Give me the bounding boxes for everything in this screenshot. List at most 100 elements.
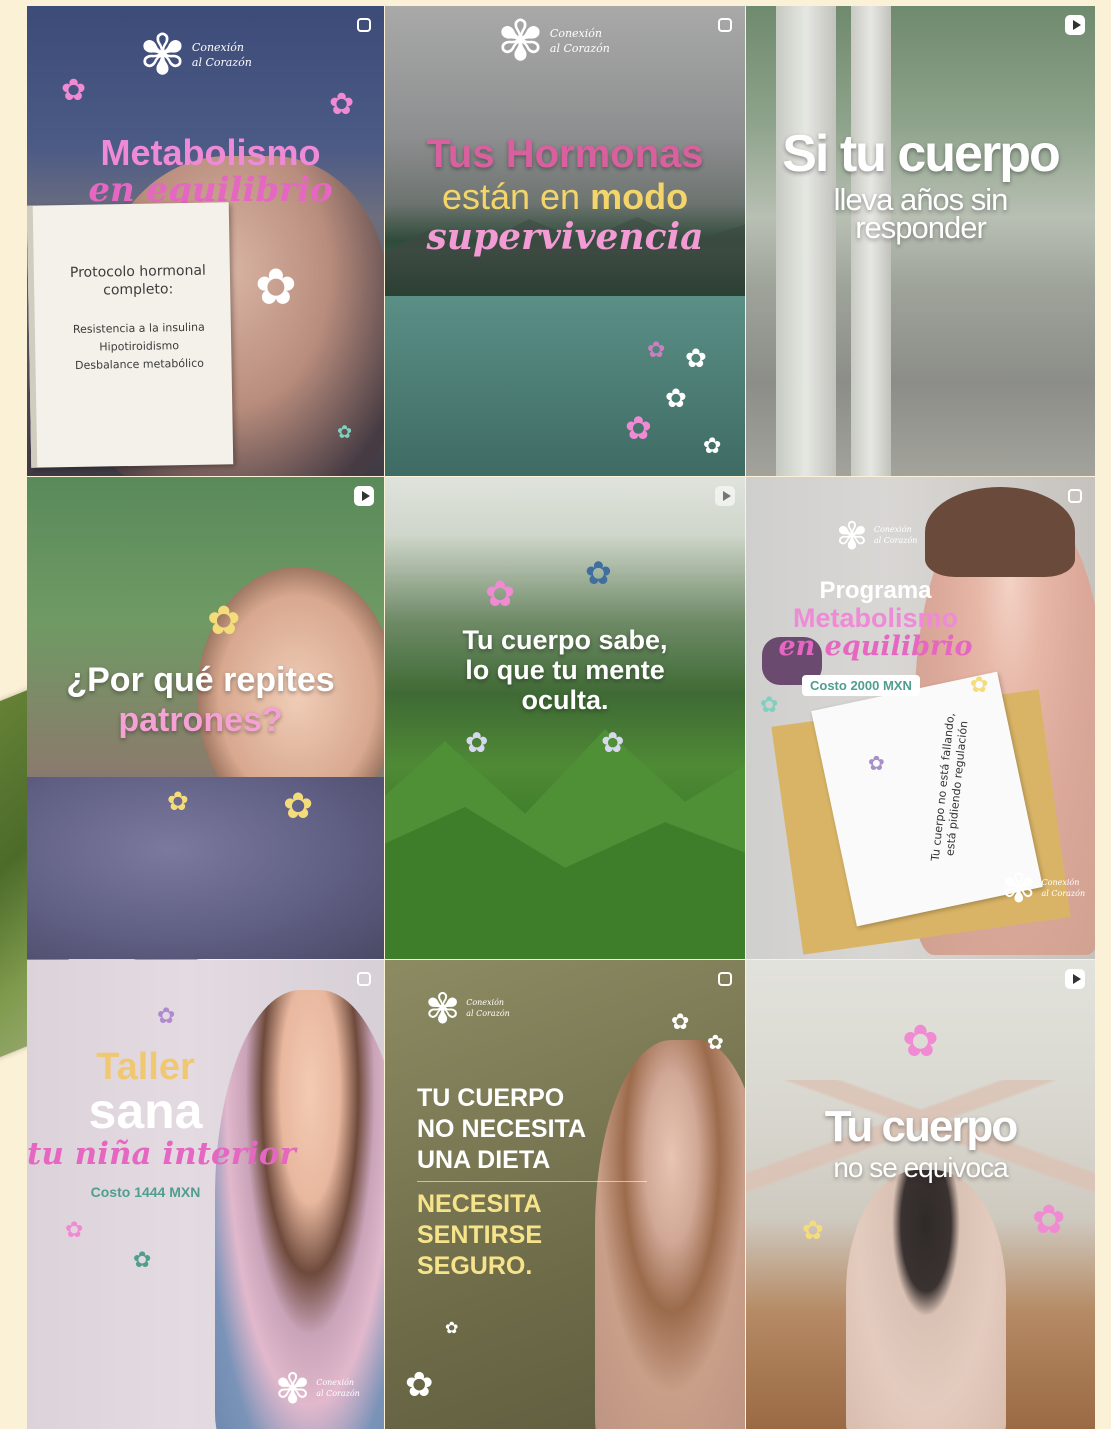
post-title: oculta.	[521, 685, 609, 715]
headline-line: TU CUERPO	[417, 1084, 565, 1112]
headline-line: NO NECESITA	[417, 1115, 586, 1143]
post-programa[interactable]: Tu cuerpo no está fallando, está pidiend…	[746, 477, 1095, 959]
logo-text: Conexión al Corazón	[316, 1378, 360, 1398]
brand-logo: ✾ Conexión al Corazón	[139, 28, 252, 84]
post-subtitle: tu niña interior	[27, 1136, 296, 1172]
logo-flower-icon: ✾	[497, 9, 544, 74]
reel-icon	[354, 486, 374, 506]
divider	[417, 1181, 647, 1182]
flower-icon: ✿	[868, 751, 885, 775]
logo-text: Conexión al Corazón	[549, 27, 610, 55]
flower-icon: ✿	[685, 344, 707, 374]
logo-text: Conexión al Corazón	[873, 525, 918, 545]
post-si-tu-cuerpo[interactable]: Si tu cuerpo lleva años sin responder	[746, 6, 1095, 476]
woman-photo	[595, 1040, 745, 1429]
flower-icon: ✿	[671, 1010, 690, 1035]
flower-icon: ✿	[970, 673, 989, 698]
post-tus-hormonas[interactable]: ✾ Conexión al Corazón Tus Hormonas están…	[385, 6, 745, 476]
logo-text: Conexión al Corazón	[466, 998, 510, 1018]
carousel-icon	[354, 15, 374, 35]
subtitle-emphasis: modo	[590, 176, 689, 217]
flower-icon: ✿	[255, 258, 297, 316]
post-title: Tus Hormonas	[426, 132, 704, 176]
reel-icon	[1065, 15, 1085, 35]
carousel-icon	[354, 969, 374, 989]
headline-line: UNA DIETA	[417, 1146, 551, 1174]
post-title: Tu cuerpo sabe,	[462, 625, 668, 655]
post-tu-cuerpo-no-necesita[interactable]: ✾ Conexión al Corazón ✿ ✿ TU CUERPO NO N…	[385, 960, 745, 1429]
notebook-item: Hipotiroidismo	[99, 339, 180, 354]
post-por-que-repites[interactable]: ✿ ✿ ✿ ¿Por qué repites patrones?	[27, 477, 384, 959]
logo-text: Conexión al Corazón	[1041, 878, 1086, 898]
post-subtitle: están en modo	[385, 176, 745, 218]
headline-line: SEGURO.	[417, 1252, 533, 1280]
flower-icon: ✿	[703, 434, 722, 459]
flower-icon: ✿	[485, 574, 516, 615]
logo-flower-icon: ✾	[275, 1364, 311, 1413]
flower-icon: ✿	[405, 1365, 434, 1405]
flower-icon: ✿	[61, 73, 87, 108]
flower-icon: ✿	[337, 422, 353, 443]
carousel-icon	[1065, 486, 1085, 506]
flower-icon: ✿	[1032, 1197, 1066, 1243]
post-title: Metabolismo	[100, 132, 321, 173]
flower-icon: ✿	[329, 87, 355, 122]
card-text: Tu cuerpo no está fallando, está pidiend…	[928, 712, 971, 862]
brand-logo: ✾ Conexión al Corazón	[425, 988, 510, 1030]
post-metabolismo[interactable]: ✾ Conexión al Corazón ✿ ✿ ✿ ✿ Metabolism…	[27, 6, 384, 476]
logo-flower-icon: ✾	[1002, 866, 1036, 912]
logo-text: Conexión al Corazón	[191, 41, 252, 69]
flower-icon: ✿	[802, 1216, 824, 1246]
flower-icon: ✿	[601, 726, 625, 759]
reel-icon	[1065, 969, 1085, 989]
flower-icon: ✿	[585, 554, 612, 592]
post-subtitle: no se equivoca	[833, 1152, 1008, 1183]
carousel-icon	[715, 15, 735, 35]
post-tu-cuerpo-sabe[interactable]: ✿ ✿ ✿ ✿ Tu cuerpo sabe, lo que tu mente …	[385, 477, 745, 959]
logo-flower-icon: ✾	[139, 23, 186, 88]
price-text: Costo 1444 MXN	[90, 1184, 201, 1200]
brand-logo: ✾ Conexión al Corazón	[497, 14, 610, 70]
flower-icon: ✿	[902, 1016, 939, 1067]
logo-flower-icon: ✾	[836, 514, 868, 558]
brand-logo: ✾ Conexión al Corazón	[1002, 869, 1085, 909]
pillow-photo	[27, 777, 384, 959]
hair-shape	[925, 487, 1075, 577]
post-subtitle: patrones?	[118, 701, 283, 739]
instagram-post-grid: ✾ Conexión al Corazón ✿ ✿ ✿ ✿ Metabolism…	[27, 6, 1095, 1429]
notebook: Protocolo hormonal completo: Resistencia…	[27, 202, 234, 468]
flower-icon: ✿	[445, 1318, 459, 1337]
flower-icon: ✿	[665, 384, 687, 414]
flower-icon: ✿	[647, 338, 666, 363]
flower-icon: ✿	[707, 1030, 724, 1054]
headline-line: NECESITA	[417, 1190, 542, 1218]
flower-icon: ✿	[133, 1248, 152, 1273]
post-title: sana	[88, 1083, 203, 1139]
flower-icon: ✿	[283, 786, 314, 827]
flower-icon: ✿	[760, 693, 779, 718]
post-title: Tu cuerpo	[824, 1102, 1018, 1151]
flower-icon: ✿	[167, 787, 189, 817]
person-photo	[846, 1170, 1006, 1429]
flower-icon: ✿	[65, 1218, 84, 1243]
post-subtitle: en equilibrio	[778, 631, 973, 662]
logo-flower-icon: ✾	[425, 984, 461, 1033]
post-taller-sana[interactable]: ✿ ✿ ✿ ✾ Conexión al Corazón Taller sana …	[27, 960, 384, 1429]
flower-icon: ✿	[625, 409, 652, 447]
post-title: Metabolismo	[792, 603, 959, 633]
brand-logo: ✾ Conexión al Corazón	[275, 1368, 360, 1410]
post-tu-cuerpo-no-se-equivoca[interactable]: ✿ ✿ ✿ Tu cuerpo no se equivoca	[746, 960, 1095, 1429]
subtitle-part: están en	[441, 176, 581, 217]
post-title: Programa	[819, 577, 932, 604]
post-subtitle: responder	[855, 210, 987, 245]
brand-logo: ✾ Conexión al Corazón	[836, 517, 917, 555]
reel-icon	[715, 486, 735, 506]
post-tagline: supervivencia	[426, 216, 704, 258]
notebook-heading: completo:	[103, 281, 174, 299]
price-badge: Costo 2000 MXN	[802, 675, 920, 696]
flower-icon: ✿	[157, 1004, 176, 1029]
notebook-item: Resistencia a la insulina	[72, 320, 205, 336]
flower-icon: ✿	[207, 598, 241, 644]
notebook-heading: Protocolo hormonal	[69, 262, 206, 282]
notebook-item: Desbalance metabólico	[74, 356, 205, 372]
